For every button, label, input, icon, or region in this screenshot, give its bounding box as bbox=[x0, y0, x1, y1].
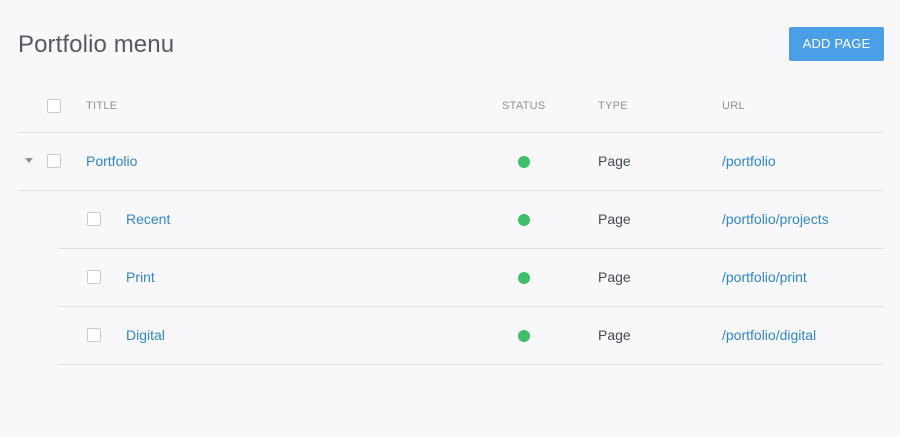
status-dot-icon bbox=[518, 156, 530, 168]
row-title-link[interactable]: Digital bbox=[126, 327, 165, 344]
row-type: Page bbox=[598, 211, 631, 227]
status-dot-icon bbox=[518, 214, 530, 226]
column-header-url[interactable]: URL bbox=[722, 100, 745, 113]
row-checkbox[interactable] bbox=[47, 154, 61, 168]
column-header-type[interactable]: TYPE bbox=[598, 100, 628, 113]
column-header-status[interactable]: STATUS bbox=[502, 100, 546, 113]
row-type: Page bbox=[598, 327, 631, 343]
table-row[interactable]: Print Page /portfolio/print bbox=[0, 248, 900, 306]
column-header-title[interactable]: TITLE bbox=[86, 100, 117, 113]
row-divider bbox=[58, 364, 884, 365]
row-url-link[interactable]: /portfolio/digital bbox=[722, 327, 816, 344]
row-checkbox[interactable] bbox=[87, 328, 101, 342]
table-row[interactable]: Digital Page /portfolio/digital bbox=[0, 306, 900, 364]
caret-down-icon[interactable] bbox=[25, 158, 33, 163]
row-type: Page bbox=[598, 153, 631, 169]
page-title: Portfolio menu bbox=[18, 31, 175, 58]
row-title-link[interactable]: Portfolio bbox=[86, 153, 137, 170]
row-title-link[interactable]: Print bbox=[126, 269, 155, 286]
select-all-checkbox[interactable] bbox=[47, 99, 61, 113]
status-dot-icon bbox=[518, 330, 530, 342]
table-row[interactable]: Recent Page /portfolio/projects bbox=[0, 190, 900, 248]
row-checkbox[interactable] bbox=[87, 212, 101, 226]
row-title-link[interactable]: Recent bbox=[126, 211, 170, 228]
row-checkbox[interactable] bbox=[87, 270, 101, 284]
row-url-link[interactable]: /portfolio/print bbox=[722, 269, 807, 286]
row-url-link[interactable]: /portfolio bbox=[722, 153, 776, 170]
row-type: Page bbox=[598, 269, 631, 285]
table-row[interactable]: Portfolio Page /portfolio bbox=[0, 132, 900, 190]
row-url-link[interactable]: /portfolio/projects bbox=[722, 211, 829, 228]
status-dot-icon bbox=[518, 272, 530, 284]
add-page-button[interactable]: ADD PAGE bbox=[789, 27, 884, 61]
